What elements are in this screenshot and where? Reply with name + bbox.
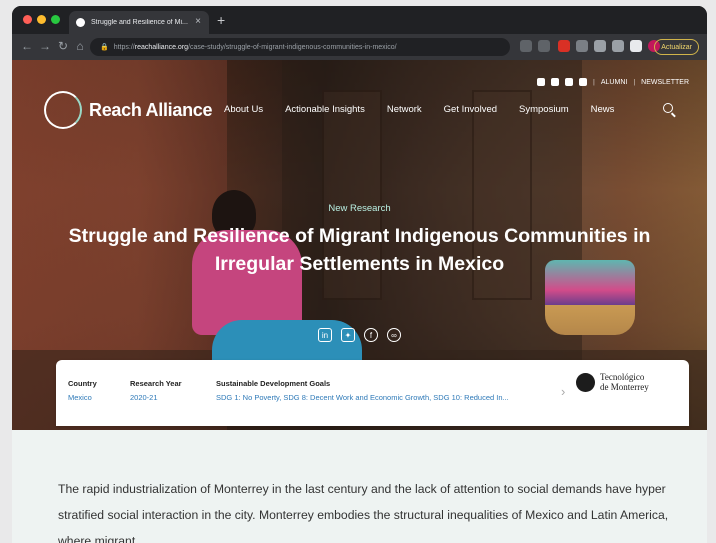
twitter-share-icon[interactable]: ✦ bbox=[341, 328, 355, 342]
address-bar[interactable]: 🔒 https:// reachalliance.org /case-study… bbox=[90, 38, 510, 56]
extension-red-icon[interactable] bbox=[558, 40, 570, 52]
nav-item-actionable-insights[interactable]: Actionable Insights bbox=[285, 104, 365, 115]
research-info-card: Country Mexico Research Year 2020-21 Sus… bbox=[56, 360, 689, 426]
utility-separator: | bbox=[593, 78, 595, 86]
url-host: reachalliance.org bbox=[134, 43, 189, 51]
reload-icon[interactable]: ↻ bbox=[56, 39, 70, 53]
nav-item-news[interactable]: News bbox=[591, 104, 615, 115]
share-page-icon[interactable] bbox=[520, 40, 532, 52]
research-year-field: Research Year 2020-21 bbox=[130, 379, 182, 402]
minimize-window-button[interactable] bbox=[37, 15, 46, 24]
country-label: Country bbox=[68, 379, 97, 388]
main-navigation: About Us Actionable Insights Network Get… bbox=[224, 104, 636, 115]
logo-ring-icon bbox=[44, 91, 82, 129]
tec-seal-icon bbox=[576, 372, 595, 392]
utility-links: | ALUMNI | NEWSLETTER bbox=[537, 78, 689, 86]
bookmark-star-icon[interactable] bbox=[538, 40, 550, 52]
instagram-icon[interactable] bbox=[579, 78, 588, 86]
partner-name-line1: Tecnológico bbox=[600, 372, 645, 382]
logo-text: Reach Alliance bbox=[89, 99, 213, 120]
intro-paragraph: The rapid industrialization of Monterrey… bbox=[58, 482, 669, 543]
sdg-label: Sustainable Development Goals bbox=[216, 379, 331, 388]
back-arrow-icon[interactable]: ← bbox=[20, 39, 34, 53]
chevron-right-icon[interactable]: › bbox=[561, 384, 565, 399]
facebook-icon[interactable] bbox=[565, 78, 574, 86]
research-kicker: New Research bbox=[328, 203, 391, 214]
share-buttons: in ✦ f ∞ bbox=[12, 328, 707, 342]
url-path: /case-study/struggle-of-migrant-indigeno… bbox=[188, 43, 397, 51]
utility-separator: | bbox=[633, 78, 636, 86]
forward-arrow-icon[interactable]: → bbox=[38, 39, 52, 53]
research-year-value[interactable]: 2020-21 bbox=[130, 393, 182, 402]
partner-name-line2: de Monterrey bbox=[600, 382, 649, 392]
browser-window: Struggle and Resilience of Mi... × + ← →… bbox=[12, 6, 707, 543]
tab-strip: Struggle and Resilience of Mi... × + bbox=[12, 6, 707, 34]
copy-link-icon[interactable]: ∞ bbox=[387, 328, 401, 342]
sidebar-icon[interactable] bbox=[630, 40, 642, 52]
extensions-menu-icon[interactable] bbox=[612, 40, 624, 52]
page-title: Struggle and Resilience of Migrant Indig… bbox=[68, 225, 651, 275]
maximize-window-button[interactable] bbox=[51, 15, 60, 24]
facebook-share-icon[interactable]: f bbox=[364, 328, 378, 342]
nav-item-network[interactable]: Network bbox=[387, 104, 422, 115]
extension-puzzle-icon[interactable] bbox=[594, 40, 606, 52]
tab-close-icon[interactable]: × bbox=[195, 16, 201, 27]
sdg-value[interactable]: SDG 1: No Poverty, SDG 8: Decent Work an… bbox=[216, 393, 561, 402]
linkedin-icon[interactable] bbox=[551, 78, 560, 86]
nav-item-about-us[interactable]: About Us bbox=[224, 104, 263, 115]
favicon-icon bbox=[76, 18, 85, 27]
url-prefix: https:// bbox=[113, 43, 135, 51]
search-icon[interactable] bbox=[663, 103, 673, 113]
research-year-label: Research Year bbox=[130, 379, 182, 388]
close-window-button[interactable] bbox=[23, 15, 32, 24]
nav-item-get-involved[interactable]: Get Involved bbox=[444, 104, 497, 115]
alumni-link[interactable]: ALUMNI bbox=[601, 79, 627, 86]
partner-logo[interactable]: Tecnológico de Monterrey bbox=[576, 372, 649, 392]
newsletter-link[interactable]: NEWSLETTER bbox=[641, 79, 689, 86]
new-tab-button[interactable]: + bbox=[217, 12, 225, 28]
browser-toolbar: ← → ↻ ⌂ 🔒 https:// reachalliance.org /ca… bbox=[12, 34, 707, 60]
twitter-icon[interactable] bbox=[537, 78, 546, 86]
partner-name: Tecnológico de Monterrey bbox=[600, 372, 649, 392]
country-field: Country Mexico bbox=[68, 379, 97, 402]
extension-icon[interactable] bbox=[576, 40, 588, 52]
nav-item-symposium[interactable]: Symposium bbox=[519, 104, 569, 115]
linkedin-share-icon[interactable]: in bbox=[318, 328, 332, 342]
browser-tab-active[interactable]: Struggle and Resilience of Mi... × bbox=[69, 11, 209, 34]
sdg-field: Sustainable Development Goals SDG 1: No … bbox=[216, 379, 561, 402]
site-logo[interactable]: Reach Alliance bbox=[44, 91, 213, 129]
lock-icon: 🔒 bbox=[100, 44, 109, 51]
tab-title: Struggle and Resilience of Mi... bbox=[91, 19, 188, 26]
web-page: | ALUMNI | NEWSLETTER Reach Alliance Abo… bbox=[12, 60, 707, 543]
country-value[interactable]: Mexico bbox=[68, 393, 97, 402]
update-button[interactable]: Actualizar bbox=[654, 39, 699, 55]
home-icon[interactable]: ⌂ bbox=[73, 39, 87, 53]
